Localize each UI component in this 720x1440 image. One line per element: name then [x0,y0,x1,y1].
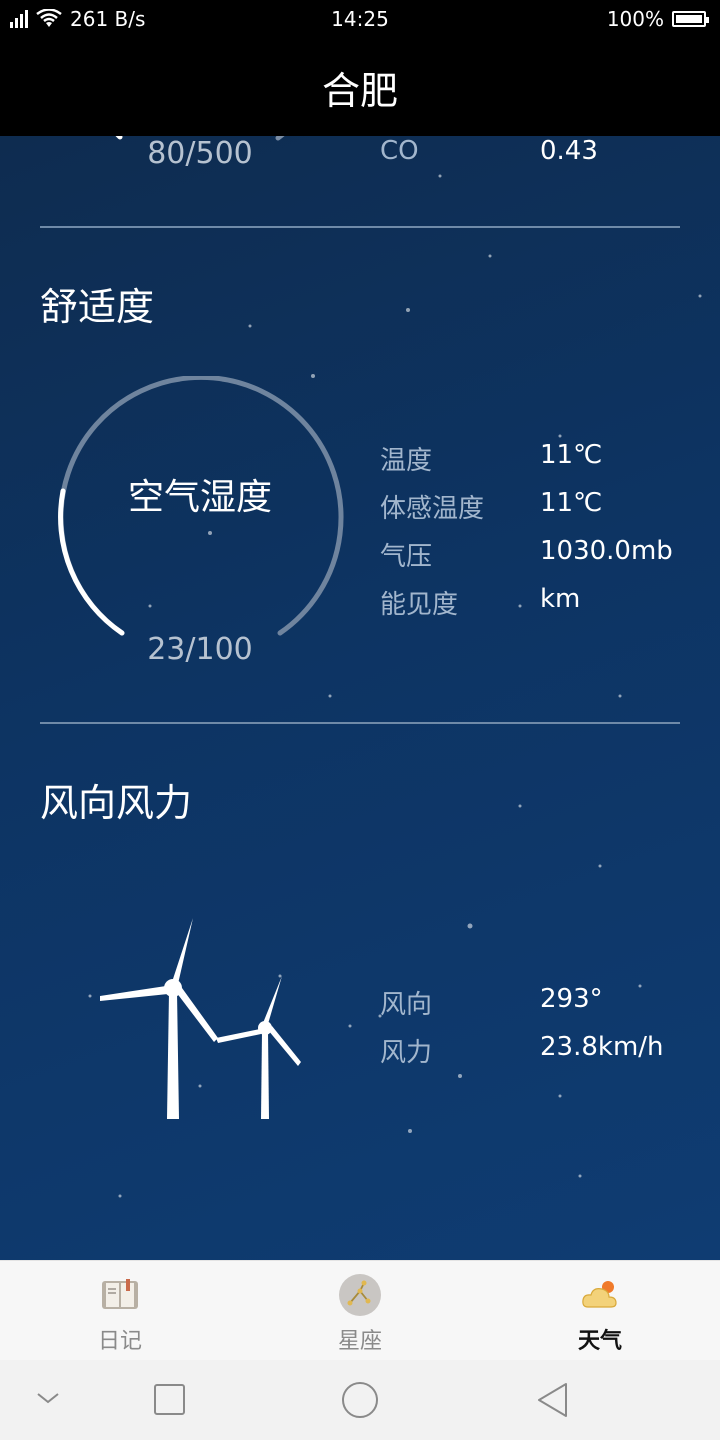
status-right: 100% [606,7,709,31]
weather-content[interactable]: 80/500 CO 0.43 舒适度 空气湿度 23/100 温度 11℃ 体感… [0,136,720,1260]
aqi-gauge-value: 80/500 [147,136,253,171]
section-divider [40,722,680,724]
wind-section-title: 风向风力 [40,781,193,825]
diary-book-icon [102,1279,138,1309]
recent-apps-square-icon[interactable] [153,1383,187,1417]
visibility-value: km [540,584,581,614]
pressure-value: 1030.0mb [540,536,673,566]
section-divider [40,226,680,228]
home-circle-icon[interactable] [340,1380,380,1420]
weather-cloud-sun-icon [582,1281,617,1308]
nav-label-weather: 天气 [577,1329,622,1354]
wind-turbine-icon [100,918,301,1119]
wind-direction-value: 293° [540,984,603,1014]
battery-icon [672,11,709,27]
battery-percent: 100% [606,7,664,31]
nav-item-constellation[interactable]: 星座 [240,1261,480,1361]
nav-label-constellation: 星座 [337,1329,382,1354]
wind-speed-label: 风力 [380,1038,433,1068]
nav-item-weather[interactable]: 天气 [480,1261,720,1361]
pressure-label: 气压 [380,542,433,572]
title-bar: 合肥 [0,38,720,136]
feels-like-label: 体感温度 [380,494,485,524]
system-nav-bar [0,1360,720,1440]
comfort-section-title: 舒适度 [40,285,155,329]
wind-direction-label: 风向 [380,990,433,1020]
back-triangle-icon[interactable] [536,1382,570,1418]
nav-item-diary[interactable]: 日记 [0,1261,240,1361]
page-title: 合肥 [321,68,398,113]
visibility-label: 能见度 [380,590,459,620]
pollutant-value: 0.43 [540,136,598,166]
bottom-nav: 日记 星座 天气 [0,1260,720,1361]
wind-speed-value: 23.8km/h [540,1032,664,1062]
humidity-gauge-value: 23/100 [147,632,253,667]
status-bar: 261 B/s 14:25 100% [0,0,720,38]
temperature-label: 温度 [380,446,433,476]
pollutant-label: CO [380,136,419,166]
constellation-icon [339,1274,381,1316]
feels-like-value: 11℃ [540,488,603,518]
temperature-value: 11℃ [540,440,603,470]
nav-label-diary: 日记 [97,1329,142,1354]
humidity-gauge-label: 空气湿度 [127,477,272,518]
chevron-down-icon[interactable] [34,1388,62,1408]
